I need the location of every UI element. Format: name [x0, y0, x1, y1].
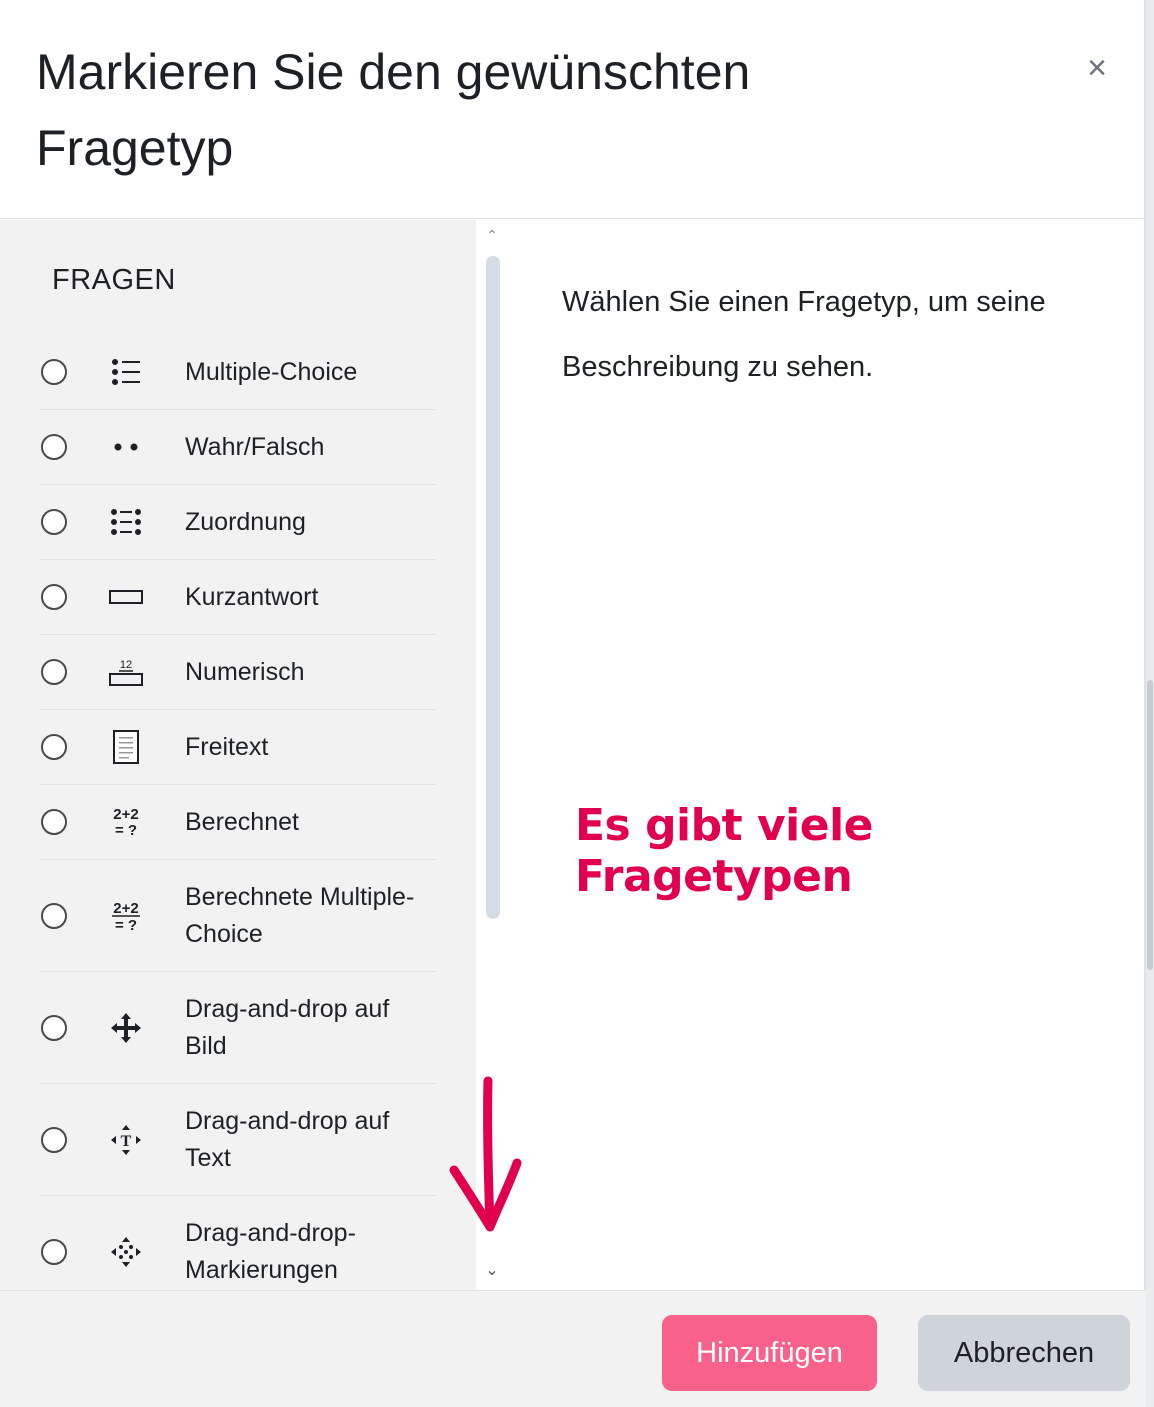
- two-dots-icon: [108, 429, 144, 465]
- scroll-thumb[interactable]: [486, 256, 500, 919]
- add-button[interactable]: Hinzufügen: [662, 1315, 877, 1391]
- svg-text:T: T: [121, 1133, 132, 1150]
- numerical-icon: 12: [108, 654, 144, 690]
- list-item-label: Drag-and-drop auf Text: [185, 1106, 390, 1172]
- dialog-footer: Hinzufügen Abbrechen: [0, 1290, 1146, 1407]
- list-item-short-answer[interactable]: Kurzantwort: [40, 560, 436, 635]
- list-item-multiple-choice[interactable]: Multiple-Choice: [40, 335, 436, 410]
- radio-button[interactable]: [41, 902, 67, 929]
- radio-button[interactable]: [41, 434, 67, 460]
- list-item-calculated[interactable]: 2+2 = ? Berechnet: [40, 785, 436, 860]
- short-answer-icon: [108, 579, 144, 615]
- dialog-title: Markieren Sie den gewünschten Fragetyp: [36, 44, 751, 176]
- svg-text:2+2: 2+2: [113, 900, 138, 917]
- list-item-true-false[interactable]: Wahr/Falsch: [40, 410, 436, 485]
- scroll-up-arrow-icon[interactable]: ⌃: [483, 226, 501, 244]
- cancel-button[interactable]: Abbrechen: [918, 1315, 1130, 1391]
- list-item-label: Wahr/Falsch: [185, 432, 325, 461]
- annotation-arrow-icon: [449, 1076, 522, 1232]
- list-item-drag-drop-markers[interactable]: Drag-and-drop-Markierungen: [40, 1196, 436, 1290]
- list-item-label: Kurzantwort: [185, 582, 319, 611]
- question-type-list-panel: FRAGEN Multiple-Choice Wahr/Falsch Zuord…: [0, 220, 476, 1290]
- list-item-label: Drag-and-drop-Markierungen: [185, 1219, 356, 1284]
- radio-button[interactable]: [41, 509, 67, 535]
- list-item-matching[interactable]: Zuordnung: [40, 485, 436, 560]
- close-button[interactable]: ×: [1077, 45, 1117, 91]
- radio-button[interactable]: [41, 1014, 67, 1041]
- calculated-icon: 2+2 = ?: [108, 804, 144, 840]
- list-item-calculated-multichoice[interactable]: 2+2 = ? Berechnete Multiple-Choice: [40, 860, 436, 972]
- section-title: FRAGEN: [52, 264, 176, 296]
- list-item-label: Berechnete Multiple-Choice: [185, 882, 415, 948]
- calculated-multichoice-icon: 2+2 = ?: [108, 898, 144, 934]
- move-arrows-icon: [108, 1010, 144, 1046]
- radio-button[interactable]: [41, 584, 67, 610]
- list-item-label: Numerisch: [185, 657, 305, 686]
- list-item-label: Drag-and-drop auf Bild: [185, 994, 390, 1060]
- svg-text:= ?: = ?: [115, 822, 137, 839]
- page-scrollbar[interactable]: [1146, 0, 1154, 1407]
- scroll-down-arrow-icon[interactable]: ⌄: [483, 1262, 501, 1280]
- annotation-text: Es gibt viele Fragetypen: [575, 800, 874, 902]
- list-item-numerical[interactable]: 12 Numerisch: [40, 635, 436, 710]
- radio-button[interactable]: [41, 1126, 67, 1153]
- radio-button[interactable]: [41, 1239, 67, 1265]
- radio-button[interactable]: [41, 659, 67, 685]
- question-type-dialog: Markieren Sie den gewünschten Fragetyp ×…: [0, 0, 1146, 1407]
- page-scroll-thumb[interactable]: [1147, 680, 1153, 970]
- dialog-header: Markieren Sie den gewünschten Fragetyp ×: [0, 0, 1146, 219]
- list-item-drag-drop-text[interactable]: T Drag-and-drop auf Text: [40, 1084, 436, 1196]
- question-type-list: Multiple-Choice Wahr/Falsch Zuordnung Ku…: [40, 335, 436, 1290]
- svg-text:2+2: 2+2: [113, 806, 138, 823]
- list-icon: [108, 354, 144, 390]
- list-item-label: Zuordnung: [185, 507, 306, 536]
- svg-text:12: 12: [120, 659, 132, 671]
- list-item-label: Berechnet: [185, 807, 299, 836]
- list-item-label: Freitext: [185, 732, 269, 761]
- essay-icon: [108, 729, 144, 765]
- radio-button[interactable]: [41, 734, 67, 760]
- list-item-essay[interactable]: Freitext: [40, 710, 436, 785]
- radio-button[interactable]: [41, 359, 67, 385]
- drag-markers-icon: [108, 1234, 144, 1270]
- list-item-drag-drop-image[interactable]: Drag-and-drop auf Bild: [40, 972, 436, 1084]
- matching-icon: [108, 504, 144, 540]
- list-item-label: Multiple-Choice: [185, 357, 358, 386]
- radio-button[interactable]: [41, 809, 67, 835]
- svg-text:= ?: = ?: [115, 917, 137, 933]
- drag-text-icon: T: [108, 1122, 144, 1158]
- type-description: Wählen Sie einen Fragetyp, um seine Besc…: [562, 286, 1046, 383]
